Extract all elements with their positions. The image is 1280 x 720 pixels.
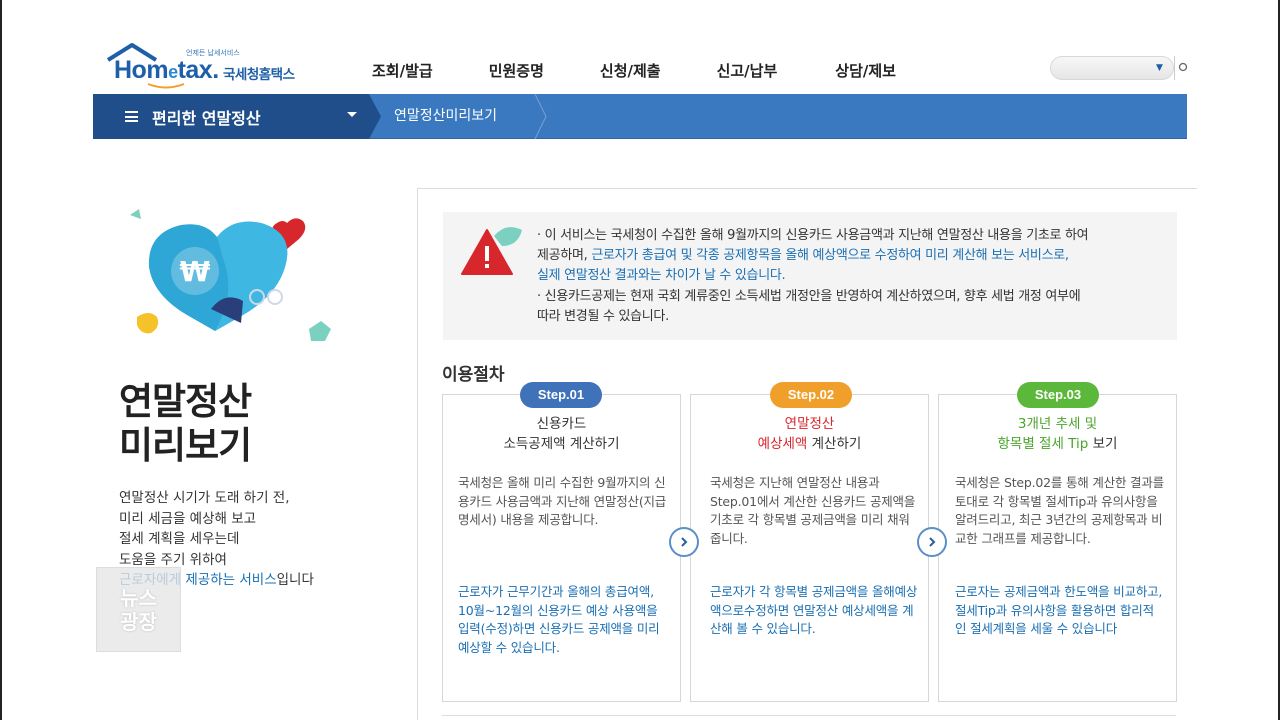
step-body-2: 국세청은 지난해 연말정산 내용과 Step.01에서 계산한 신용카드 공제액…: [710, 475, 916, 546]
next-step-arrow-1[interactable]: [669, 527, 699, 557]
gnb-item-inquiry[interactable]: 조회/발급: [372, 60, 433, 81]
gnb-item-civil-certificate[interactable]: 민원증명: [489, 60, 544, 81]
heart-illustration: ₩: [130, 209, 331, 341]
hometax-logo[interactable]: 언제든 납세서비스 Hometax. 국세청홈택스: [106, 42, 316, 90]
step-body-3: 국세청은 Step.02를 통해 계산한 결과를 토대로 각 항목별 절세Tip…: [955, 475, 1164, 546]
hamburger-icon: [125, 111, 138, 122]
frame-left-border: [0, 0, 2, 720]
chevron-right-icon: [929, 537, 936, 547]
step-highlight-2: 근로자가 각 항목별 공제금액을 올해예상액으로수정하면 연말정산 예상세액을 …: [710, 584, 918, 636]
currency-symbol: ₩: [180, 255, 211, 288]
step-heading-3: 3개년 추세 및 항목별 절세 Tip 보기: [997, 416, 1118, 452]
step-body-1: 국세청은 올해 미리 수집한 9월까지의 신용카드 사용금액과 지난해 연말정산…: [458, 475, 667, 527]
chevron-right-icon: [681, 537, 688, 547]
bottom-divider: [442, 715, 1176, 716]
logo-brand: Hometax.: [114, 56, 219, 84]
breadcrumb-separator: [534, 94, 547, 139]
nav-arrow-separator: [369, 94, 381, 139]
step-highlight-1: 근로자가 근무기간과 올해의 총급여액, 10월~12월의 신용카드 예상 사용…: [458, 584, 660, 655]
search-dropdown-icon[interactable]: ▼: [1156, 63, 1163, 73]
logo-swoosh-icon: [147, 83, 185, 89]
menu-dropdown-label: 편리한 연말정산: [152, 108, 261, 128]
breadcrumb-current[interactable]: 연말정산미리보기: [394, 105, 497, 125]
gnb-item-apply-submit[interactable]: 신청/제출: [600, 60, 661, 81]
menu-dropdown-button[interactable]: 편리한 연말정산: [93, 94, 369, 139]
step-heading-2: 연말정산 예상세액 계산하기: [757, 416, 862, 452]
step-heading-1: 신용카드 소득공제액 계산하기: [503, 416, 620, 452]
search-icon[interactable]: [1174, 56, 1188, 80]
next-step-arrow-2[interactable]: [917, 527, 947, 557]
news-watermark: 뉴스 광장: [96, 567, 181, 652]
gnb-item-consult-report[interactable]: 상담/제보: [835, 60, 896, 81]
notice-text: · 이 서비스는 국세청이 수집한 올해 9월까지의 신용카드 사용금액과 지난…: [537, 228, 1089, 324]
sub-navbar: 편리한 연말정산: [93, 94, 1187, 139]
step-badge-3: Step.03: [1017, 382, 1099, 408]
caret-down-icon: [347, 112, 357, 117]
logo-brand-korean: 국세청홈택스: [223, 67, 295, 83]
step-badge-1: Step.01: [520, 382, 602, 408]
warning-icon: [461, 227, 522, 275]
promo-title: 연말정산 미리보기: [119, 380, 252, 467]
step-badge-2: Step.02: [770, 382, 852, 408]
gnb-item-report-pay[interactable]: 신고/납부: [717, 60, 778, 81]
step-highlight-3: 근로자는 공제금액과 한도액을 비교하고, 절세Tip과 유의사항을 활용하면 …: [955, 584, 1163, 636]
procedure-title: 이용절차: [442, 365, 505, 385]
global-nav: 조회/발급 민원증명 신청/제출 신고/납부 상담/제보: [372, 60, 896, 81]
